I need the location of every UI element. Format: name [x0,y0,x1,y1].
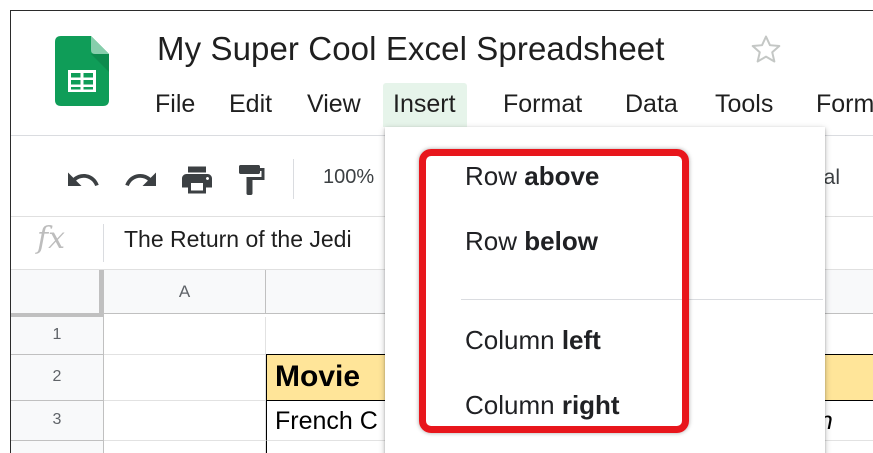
app-window: My Super Cool Excel Spreadsheet File Edi… [10,10,873,453]
row-header-1[interactable]: 1 [11,317,104,355]
print-icon[interactable] [179,162,215,198]
column-label: A [178,282,191,301]
zoom-select[interactable]: 100% [323,166,374,189]
undo-icon[interactable] [65,162,101,198]
formula-separator [103,224,104,262]
menu-form[interactable]: Form [806,83,873,127]
cell-a1[interactable] [104,317,266,355]
menu-view[interactable]: View [297,83,371,127]
function-icon: fx [37,221,66,256]
toolbar-separator [293,159,294,199]
row-label: 3 [52,411,62,428]
row-header-3[interactable]: 3 [11,401,104,441]
menu-file[interactable]: File [145,83,205,127]
menu-data[interactable]: Data [615,83,688,127]
cell-a2[interactable] [104,355,266,401]
redo-icon[interactable] [123,162,159,198]
row-header-2[interactable]: 2 [11,355,104,401]
annotation-highlight-box [419,149,689,433]
column-header-a[interactable]: A [104,270,266,314]
paint-format-icon[interactable] [233,162,269,198]
star-icon[interactable] [749,33,783,67]
cell-a4[interactable] [104,441,266,453]
menu-insert[interactable]: Insert [383,83,467,127]
menu-bar: File Edit View Insert Format Data Tools … [11,83,873,127]
document-title[interactable]: My Super Cool Excel Spreadsheet [157,30,665,68]
select-all-corner[interactable] [11,270,99,314]
row-label: 1 [52,326,62,343]
cell-a3[interactable] [104,401,266,441]
menu-tools[interactable]: Tools [705,83,783,127]
formula-input[interactable]: The Return of the Jedi [124,226,352,253]
menu-format[interactable]: Format [493,83,592,127]
row-label: 2 [52,368,62,385]
row-header-4[interactable] [11,441,104,453]
menu-edit[interactable]: Edit [219,83,282,127]
